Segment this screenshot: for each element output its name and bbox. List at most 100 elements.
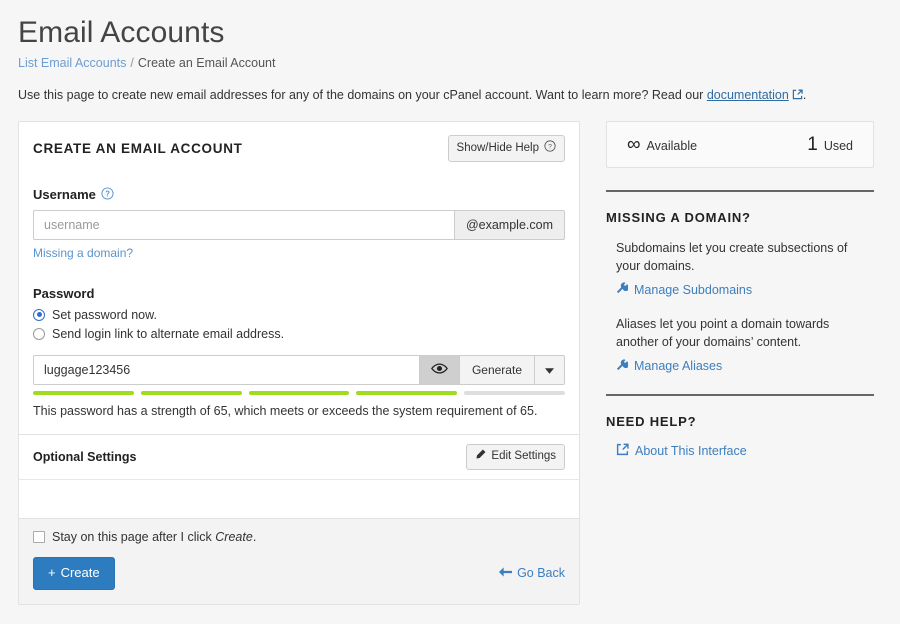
- arrow-left-icon: [499, 566, 513, 580]
- radio-send-login-link[interactable]: Send login link to alternate email addre…: [33, 327, 565, 341]
- manage-aliases-link[interactable]: Manage Aliases: [616, 358, 723, 374]
- edit-settings-label: Edit Settings: [491, 450, 556, 463]
- show-hide-help-label: Show/Hide Help: [456, 142, 539, 154]
- breadcrumb: List Email Accounts / Create an Email Acco…: [18, 56, 882, 70]
- show-hide-help-button[interactable]: Show/Hide Help ?: [447, 135, 565, 162]
- svg-text:?: ?: [548, 144, 552, 151]
- breadcrumb-link-list-email-accounts[interactable]: List Email Accounts: [18, 56, 126, 70]
- username-input[interactable]: [33, 209, 455, 240]
- stat-used: 1 Used: [807, 135, 853, 154]
- page-root: Email Accounts List Email Accounts / Creat…: [0, 0, 900, 605]
- stay-label-before: Stay on this page after I click: [52, 529, 216, 544]
- stay-on-page-label: Stay on this page after I click Create.: [52, 530, 256, 544]
- radio-indicator-send-link: [33, 327, 45, 340]
- radio-indicator-set-now: [33, 308, 45, 321]
- pencil-icon: [475, 449, 486, 465]
- breadcrumb-current: Create an Email Account: [137, 56, 276, 70]
- missing-domain-link[interactable]: Missing a domain?: [33, 246, 133, 260]
- page-description: Use this page to create new email addres…: [18, 88, 882, 103]
- stay-on-page-checkbox[interactable]: [33, 530, 45, 543]
- chevron-down-icon: [545, 363, 554, 377]
- available-label: Available: [646, 139, 698, 153]
- panel-body: Username ? @example.com Missing a domain…: [19, 173, 579, 434]
- optional-settings-body: [19, 479, 579, 518]
- available-value: ∞: [627, 134, 641, 155]
- radio-label-set-now: Set password now.: [52, 307, 157, 322]
- sidebar: ∞ Available 1 Used MISSING A DOMAIN? Sub…: [606, 121, 874, 479]
- password-label: Password: [33, 286, 565, 301]
- subdomains-block: Subdomains let you create subsections of…: [606, 239, 874, 299]
- password-input[interactable]: [33, 354, 420, 385]
- missing-domain-section: MISSING A DOMAIN? Subdomains let you cre…: [606, 210, 874, 376]
- svg-text:?: ?: [105, 190, 110, 199]
- username-help-icon[interactable]: ?: [101, 187, 114, 203]
- need-help-section: NEED HELP? About This Interface: [606, 414, 874, 461]
- radio-set-password-now[interactable]: Set password now.: [33, 308, 565, 322]
- panel-footer: Stay on this page after I click Create. …: [19, 517, 579, 604]
- need-help-heading: NEED HELP?: [606, 413, 697, 429]
- panel-title: CREATE AN EMAIL ACCOUNT: [33, 140, 243, 156]
- strength-segment: [464, 390, 565, 395]
- sidebar-divider-top: [606, 190, 874, 192]
- plus-icon: +: [48, 564, 56, 580]
- edit-settings-button[interactable]: Edit Settings: [466, 443, 565, 470]
- strength-segment: [248, 390, 350, 395]
- stay-label-emphasis: Create: [215, 529, 253, 544]
- username-label: Username ?: [33, 187, 565, 203]
- page-title: Email Accounts: [18, 16, 225, 49]
- sidebar-divider-help: [606, 393, 874, 396]
- username-input-group: @example.com: [33, 209, 565, 240]
- optional-settings-title: Optional Settings: [33, 449, 137, 464]
- missing-domain-heading: MISSING A DOMAIN?: [606, 210, 751, 225]
- password-strength-meter: [33, 390, 565, 395]
- about-this-interface-label: About This Interface: [635, 443, 747, 458]
- manage-aliases-label: Manage Aliases: [634, 359, 723, 373]
- optional-settings-header: Optional Settings Edit Settings: [19, 433, 579, 480]
- external-link-icon: [616, 443, 629, 459]
- stat-available: ∞ Available: [627, 135, 697, 154]
- manage-subdomains-label: Manage Subdomains: [634, 282, 753, 297]
- aliases-block: Aliases let you point a domain towards a…: [606, 315, 874, 375]
- breadcrumb-separator: /: [130, 56, 134, 70]
- manage-subdomains-link[interactable]: Manage Subdomains: [616, 282, 752, 297]
- stay-on-page-checkbox-row[interactable]: Stay on this page after I click Create.: [33, 530, 565, 544]
- wrench-icon: [616, 358, 630, 374]
- external-link-icon: [792, 89, 803, 103]
- password-label-text: Password: [33, 285, 95, 301]
- aliases-text: Aliases let you point a domain towards a…: [616, 317, 830, 350]
- stay-label-after: .: [252, 529, 257, 544]
- eye-icon: [431, 362, 448, 378]
- panel-header: CREATE AN EMAIL ACCOUNT Show/Hide Help ?: [19, 122, 579, 173]
- used-label: Used: [823, 139, 853, 153]
- domain-addon: @example.com: [454, 209, 565, 240]
- generate-label: Generate: [471, 362, 522, 377]
- about-this-interface-link[interactable]: About This Interface: [616, 443, 747, 459]
- description-text: Use this page to create new email addres…: [18, 88, 707, 102]
- description-period: .: [802, 88, 807, 102]
- password-strength-text: This password has a strength of 65, whic…: [33, 403, 538, 418]
- content-columns: CREATE AN EMAIL ACCOUNT Show/Hide Help ?…: [18, 121, 882, 605]
- strength-segment: [140, 390, 242, 395]
- wrench-icon: [616, 282, 630, 297]
- used-value: 1: [807, 134, 818, 155]
- strength-segment: [356, 390, 458, 395]
- generate-password-button[interactable]: Generate: [459, 354, 535, 385]
- documentation-link[interactable]: documentation: [707, 88, 789, 102]
- strength-segment: [33, 390, 134, 395]
- subdomains-text: Subdomains let you create subsections of…: [616, 241, 848, 274]
- footer-actions: + Create Go Back: [33, 556, 565, 590]
- create-button[interactable]: + Create: [33, 556, 115, 590]
- help-circle-icon: ?: [544, 140, 556, 157]
- toggle-password-visibility-button[interactable]: [419, 354, 460, 385]
- generate-options-dropdown-button[interactable]: [535, 354, 565, 385]
- go-back-link[interactable]: Go Back: [499, 566, 565, 580]
- create-email-account-panel: CREATE AN EMAIL ACCOUNT Show/Hide Help ?…: [18, 121, 580, 605]
- username-label-text: Username: [33, 187, 96, 203]
- radio-label-send-link: Send login link to alternate email addre…: [52, 326, 285, 341]
- go-back-label: Go Back: [517, 566, 565, 581]
- password-input-group: Generate: [33, 354, 565, 385]
- main-column: CREATE AN EMAIL ACCOUNT Show/Hide Help ?…: [18, 121, 580, 605]
- account-usage-box: ∞ Available 1 Used: [606, 121, 874, 168]
- about-interface-block: About This Interface: [606, 443, 874, 461]
- create-button-label: Create: [60, 564, 100, 580]
